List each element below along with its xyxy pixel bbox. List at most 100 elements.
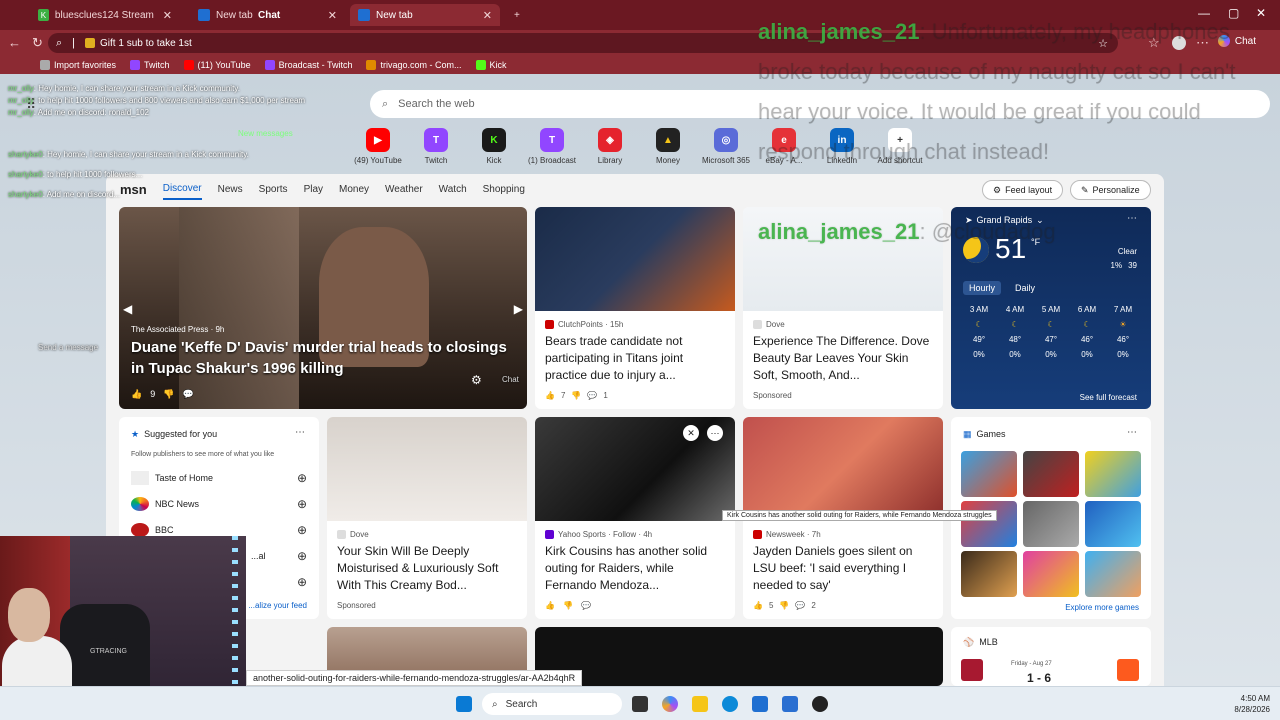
app-icon[interactable] (782, 696, 798, 712)
shortcut-twitch[interactable]: T Twitch (410, 128, 462, 165)
tab-shopping[interactable]: Shopping (483, 184, 525, 195)
windows-start-icon[interactable] (456, 696, 472, 712)
hero-card[interactable]: ◀ ▶ The Associated Press · 9h Duane 'Kef… (119, 207, 527, 409)
game-tile[interactable] (1085, 551, 1141, 597)
thumbs-down-icon[interactable]: 👎 (779, 601, 789, 610)
chat-send-button[interactable]: Chat (502, 375, 519, 384)
personalize-feed-link[interactable]: ...alize your feed (248, 601, 307, 610)
thumbs-down-icon[interactable]: 👎 (571, 391, 581, 400)
bookmark-trivago[interactable]: trivago.com - Com... (366, 60, 462, 70)
game-tile[interactable] (961, 501, 1017, 547)
thumbs-up-icon[interactable]: 👍 (545, 391, 555, 400)
tab-watch[interactable]: Watch (439, 184, 467, 195)
game-tile[interactable] (961, 551, 1017, 597)
card-title[interactable]: Kirk Cousins has another solid outing fo… (545, 543, 725, 594)
new-tab-button[interactable]: + (506, 4, 526, 26)
system-clock[interactable]: 4:50 AM 8/28/2026 (1234, 693, 1270, 715)
settings-icon[interactable]: ⚙ (471, 373, 482, 387)
shortcut-m365[interactable]: ◎ Microsoft 365 (700, 128, 752, 165)
mlb-card[interactable]: ⚾ MLB Friday - Aug 27 1 - 6 (951, 627, 1151, 686)
refresh-icon[interactable]: ↻ (32, 35, 43, 51)
shortcut-kick[interactable]: K Kick (468, 128, 520, 165)
tab-play[interactable]: Play (304, 184, 323, 195)
more-icon[interactable]: ⋯ (295, 427, 305, 438)
tab-weather[interactable]: Weather (385, 184, 423, 195)
follow-plus-icon[interactable]: ⊕ (297, 549, 307, 563)
tab-daily[interactable]: Daily (1009, 281, 1041, 295)
task-view-icon[interactable] (632, 696, 648, 712)
publisher-row[interactable]: Taste of Home ⊕ (131, 469, 307, 487)
new-messages-label[interactable]: New messages (238, 129, 293, 138)
tab-hourly[interactable]: Hourly (963, 281, 1002, 295)
more-icon[interactable]: ⋯ (1127, 427, 1137, 438)
next-arrow-icon[interactable]: ▶ (514, 302, 523, 316)
thumbs-down-icon[interactable]: 👎 (563, 601, 573, 610)
comment-icon[interactable]: 💬 (795, 601, 805, 610)
card-title[interactable]: Experience The Difference. Dove Beauty B… (753, 333, 933, 384)
shortcut-money[interactable]: ▲ Money (642, 128, 694, 165)
send-message-input[interactable]: Send a message (38, 343, 98, 352)
gift-banner[interactable]: Gift 1 sub to take 1st (85, 38, 192, 49)
game-tile[interactable] (1023, 451, 1079, 497)
prev-arrow-icon[interactable]: ◀ (123, 302, 132, 316)
card-title[interactable]: Your Skin Will Be Deeply Moisturised & L… (337, 543, 517, 594)
bookmark-broadcast[interactable]: Broadcast - Twitch (264, 60, 352, 70)
shortcut-library[interactable]: ◈ Library (584, 128, 636, 165)
close-tab-icon[interactable]: ✕ (483, 9, 492, 22)
explore-games-link[interactable]: Explore more games (1065, 603, 1139, 612)
follow-plus-icon[interactable]: ⊕ (297, 523, 307, 537)
mlb-title: MLB (979, 637, 998, 647)
comment-icon[interactable]: 💬 (182, 389, 193, 400)
tab-money[interactable]: Money (339, 184, 369, 195)
game-tile[interactable] (1023, 551, 1079, 597)
thumbs-up-icon[interactable]: 👍 (545, 601, 555, 610)
thumbs-down-icon[interactable]: 👎 (163, 389, 174, 400)
comment-icon[interactable]: 💬 (581, 601, 591, 610)
comment-icon[interactable]: 💬 (587, 391, 597, 400)
game-tile[interactable] (1085, 451, 1141, 497)
ad-card-dove-2[interactable]: Dove Your Skin Will Be Deeply Moisturise… (327, 417, 527, 619)
taskbar-search[interactable]: ⌕ Search (482, 693, 622, 715)
baseball-icon: ⚾ (963, 637, 975, 647)
publisher-row[interactable]: NBC News ⊕ (131, 495, 307, 513)
news-card-bears[interactable]: ClutchPoints · 15h Bears trade candidate… (535, 207, 735, 409)
shortcut-youtube[interactable]: ▶ (49) YouTube (352, 128, 404, 165)
thumbs-up-icon[interactable]: 👍 (753, 601, 763, 610)
back-icon[interactable]: ← (8, 35, 21, 50)
file-explorer-icon[interactable] (692, 696, 708, 712)
copilot-icon[interactable] (662, 696, 678, 712)
video-card[interactable] (535, 627, 943, 686)
hero-title[interactable]: Duane 'Keffe D' Davis' murder trial head… (131, 337, 515, 379)
game-tile[interactable] (1085, 501, 1141, 547)
thumbs-up-icon[interactable]: 👍 (131, 389, 142, 400)
bookmark-import[interactable]: Import favorites (40, 60, 116, 70)
bookmark-twitch[interactable]: Twitch (130, 60, 170, 70)
tab-stream[interactable]: K bluesclues124 Stream - Watch Live ✕ (30, 4, 180, 26)
tab-discover[interactable]: Discover (162, 179, 202, 200)
msn-logo[interactable]: msn (120, 182, 147, 197)
personalize-button[interactable]: ✎ Personalize (1070, 180, 1151, 200)
more-icon[interactable]: ⋯ (707, 425, 723, 441)
tab-new-active[interactable]: New tab ✕ (350, 4, 500, 26)
store-icon[interactable] (752, 696, 768, 712)
edge-icon[interactable] (722, 696, 738, 712)
tab-news[interactable]: News (218, 184, 243, 195)
news-card-kirk[interactable]: ✕ ⋯ Yahoo Sports · Follow · 4h Kirk Cous… (535, 417, 735, 619)
bookmark-kick[interactable]: Kick (475, 60, 507, 70)
card-title[interactable]: Jayden Daniels goes silent on LSU beef: … (753, 543, 933, 594)
close-tab-icon[interactable]: ✕ (163, 9, 172, 22)
game-tile[interactable] (961, 451, 1017, 497)
feed-layout-button[interactable]: ⚙ Feed layout (982, 180, 1064, 200)
dismiss-icon[interactable]: ✕ (683, 425, 699, 441)
bookmark-youtube[interactable]: (11) YouTube (183, 60, 251, 70)
obs-icon[interactable] (812, 696, 828, 712)
follow-plus-icon[interactable]: ⊕ (297, 497, 307, 511)
tab-chat[interactable]: Chat (250, 4, 330, 26)
game-tile[interactable] (1023, 501, 1079, 547)
card-title[interactable]: Bears trade candidate not participating … (545, 333, 725, 384)
full-forecast-link[interactable]: See full forecast (1080, 393, 1137, 402)
follow-plus-icon[interactable]: ⊕ (297, 575, 307, 589)
follow-plus-icon[interactable]: ⊕ (297, 471, 307, 485)
shortcut-broadcast[interactable]: T (1) Broadcast (526, 128, 578, 165)
tab-sports[interactable]: Sports (259, 184, 288, 195)
